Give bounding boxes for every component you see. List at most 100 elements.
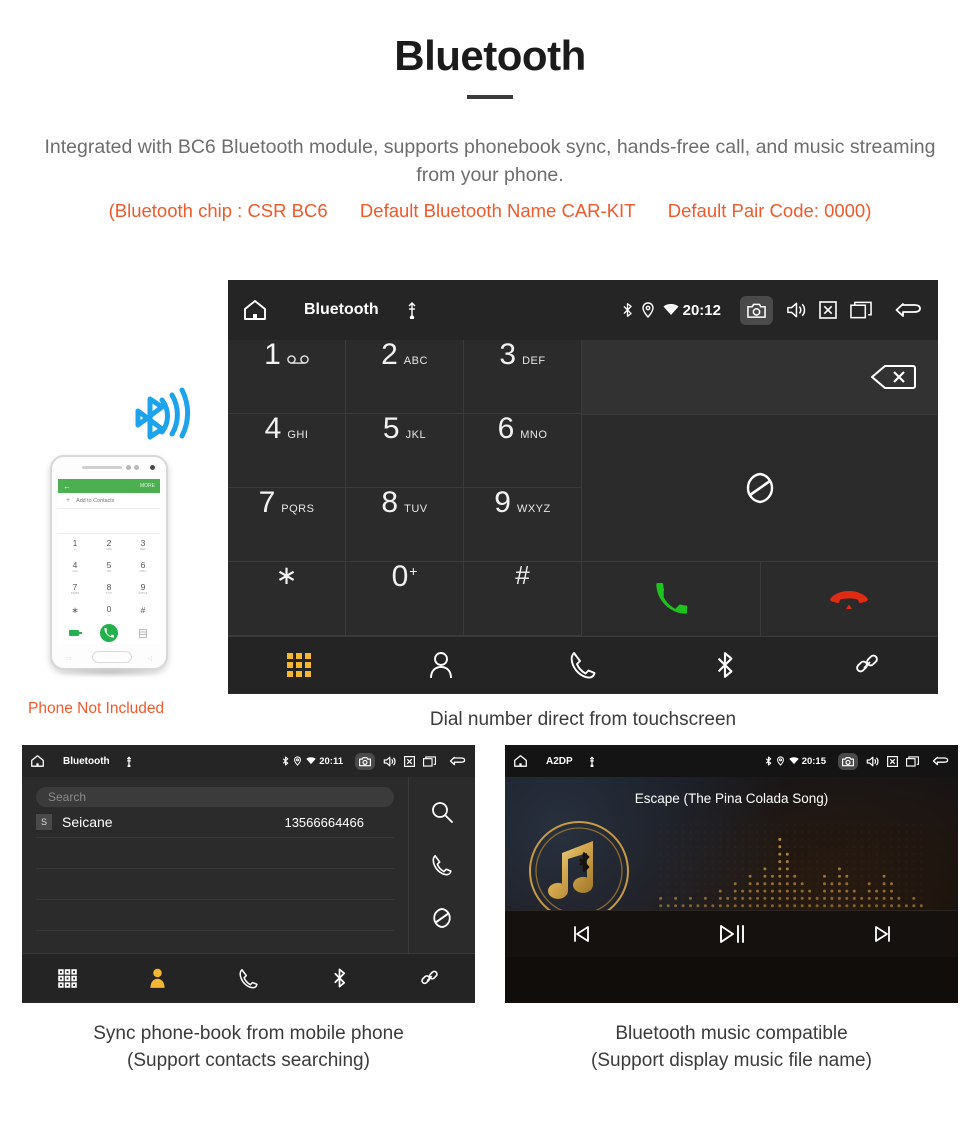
dial-number-display[interactable] [582, 340, 938, 415]
close-box-icon[interactable] [404, 755, 415, 767]
dial-key-8[interactable]: 8 TUV [346, 488, 464, 562]
music-statusbar: A2DP 20:15 [505, 745, 958, 777]
close-box-icon[interactable] [887, 755, 898, 767]
phone-sim-icon [58, 622, 92, 644]
home-icon[interactable] [242, 298, 268, 322]
home-icon[interactable] [30, 754, 45, 768]
tab-bluetooth[interactable] [294, 967, 385, 989]
phone-handset-icon[interactable] [432, 854, 452, 876]
contact-row-empty [36, 869, 394, 900]
phone-key-letters: + [108, 613, 110, 618]
link-icon [419, 968, 440, 989]
keypad-icon [58, 968, 77, 988]
play-pause-button[interactable] [656, 924, 807, 944]
phone-key-digit: 0 [106, 603, 112, 614]
title-divider [467, 95, 513, 99]
dial-key-digit: # [515, 560, 530, 590]
tab-contacts[interactable] [113, 968, 204, 988]
back-icon[interactable] [449, 755, 467, 767]
phone-add-label: Add to Contacts [76, 497, 115, 504]
camera-icon[interactable] [838, 752, 858, 770]
spec-chip: (Bluetooth chip : CSR BC6 [108, 200, 328, 221]
volume-icon[interactable] [383, 756, 396, 767]
keypad-icon [286, 652, 312, 678]
phonebook-clock: 20:11 [319, 755, 343, 767]
dial-key-6[interactable]: 6 MNO [464, 414, 582, 488]
dialer-sync-button[interactable] [582, 415, 938, 562]
dial-key-star[interactable]: ∗ [228, 562, 346, 636]
phone-number-field [58, 509, 160, 534]
music-caption-line2: (Support display music file name) [591, 1050, 872, 1071]
home-icon[interactable] [513, 754, 528, 768]
dial-key-3[interactable]: 3 DEF [464, 340, 582, 414]
phone-key-letters: DEF [140, 547, 146, 552]
dial-key-hash[interactable]: # [464, 562, 582, 636]
back-icon[interactable] [894, 300, 924, 320]
tab-pair-link[interactable] [384, 968, 475, 989]
search-input[interactable]: Search [36, 787, 394, 807]
phone-key-letters: GHI [72, 569, 78, 574]
volume-icon[interactable] [786, 301, 806, 319]
camera-icon[interactable] [355, 752, 375, 770]
tab-call-history[interactable] [203, 968, 294, 989]
phone-key-digit: 1 [72, 537, 78, 548]
phonebook-title: Bluetooth [63, 755, 110, 767]
music-player-screen: A2DP 20:15 Escape (The Pina Colada Song) [505, 745, 958, 1003]
dialer-hangup-button[interactable] [761, 562, 939, 636]
phone-key: ∗ [58, 600, 92, 622]
phone-key: 4 GHI [58, 556, 92, 578]
skip-next-icon [874, 925, 892, 943]
dial-key-1[interactable]: 1 [228, 340, 346, 414]
bluetooth-feature-page: Bluetooth Integrated with BC6 Bluetooth … [0, 0, 980, 1134]
usb-icon [126, 755, 132, 767]
dial-key-5[interactable]: 5 JKL [346, 414, 464, 488]
contact-row[interactable]: S Seicane 13566664466 [36, 807, 394, 838]
dial-key-9[interactable]: 9 WXYZ [464, 488, 582, 562]
song-title: Escape (The Pina Colada Song) [634, 791, 829, 806]
dial-key-2[interactable]: 2 ABC [346, 340, 464, 414]
phone-key: 9 WXYZ [126, 578, 160, 600]
search-icon[interactable] [431, 801, 453, 823]
phone-key-letters: TUV [106, 591, 112, 596]
tab-keypad[interactable] [22, 968, 113, 988]
phone-add-to-contacts: + Add to Contacts [58, 493, 160, 509]
phone-keyboard-icon [126, 622, 160, 644]
next-button[interactable] [807, 925, 958, 943]
phone-shadow [56, 667, 162, 678]
dial-key-0[interactable]: 0 + [346, 562, 464, 636]
phone-appbar: ← MORE [58, 479, 160, 493]
bluetooth-icon [282, 756, 289, 766]
dialer-call-row [582, 562, 938, 636]
recents-icon[interactable] [423, 755, 436, 767]
location-icon [641, 302, 654, 318]
camera-icon[interactable] [740, 295, 773, 325]
dialer-right-column [582, 340, 938, 636]
sync-icon[interactable] [431, 907, 453, 929]
phone-more-label: MORE [140, 483, 155, 489]
contact-filled-icon [149, 968, 166, 988]
dial-key-4[interactable]: 4 GHI [228, 414, 346, 488]
phone-key-digit: # [140, 605, 146, 616]
dialer-call-button[interactable] [582, 562, 761, 636]
recents-icon[interactable] [906, 755, 919, 767]
tab-contacts[interactable] [370, 651, 512, 679]
close-box-icon[interactable] [819, 301, 837, 319]
recents-icon[interactable] [850, 301, 872, 319]
tab-call-history[interactable] [512, 651, 654, 679]
spec-bt-name: Default Bluetooth Name CAR-KIT [359, 200, 636, 221]
spec-pair-code: Default Pair Code: 0000) [667, 200, 872, 221]
back-icon[interactable] [932, 755, 950, 767]
tab-bluetooth[interactable] [654, 650, 796, 680]
tab-pair-link[interactable] [796, 651, 938, 679]
phonebook-caption-line2: (Support contacts searching) [127, 1050, 370, 1071]
phone-handset-icon [570, 651, 596, 679]
dial-key-7[interactable]: 7 PQRS [228, 488, 346, 562]
volume-icon[interactable] [866, 756, 879, 767]
previous-button[interactable] [505, 925, 656, 943]
tab-keypad[interactable] [228, 652, 370, 678]
phone-sensor [126, 465, 131, 470]
backspace-icon[interactable] [870, 363, 916, 391]
phone-speaker [82, 466, 122, 469]
phone-key: 6 MNO [126, 556, 160, 578]
phone-key-letters: WXYZ [138, 591, 148, 596]
